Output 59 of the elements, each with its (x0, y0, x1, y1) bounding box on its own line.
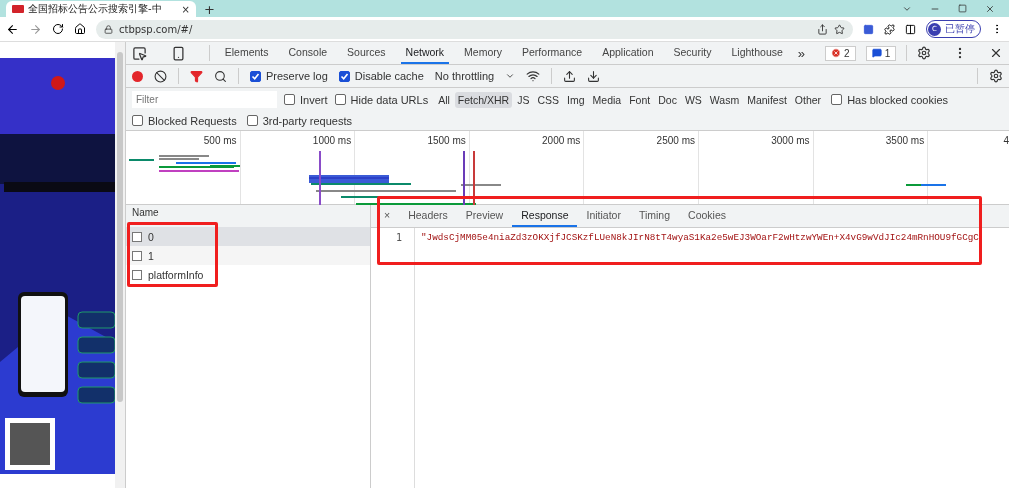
close-button[interactable]: × (375, 205, 400, 227)
panel-tab[interactable]: Application (597, 42, 659, 64)
browser-tab[interactable]: 全国招标公告公示搜索引擎-中 × (6, 1, 196, 17)
url-text: ctbpsp.com/#/ (119, 23, 193, 35)
type-filter-button[interactable]: Other (791, 91, 825, 108)
detail-tab[interactable]: Cookies (679, 205, 735, 227)
type-filter-button[interactable]: Media (589, 91, 625, 108)
errors-badge[interactable]: 2 (825, 45, 856, 61)
throttling-select[interactable]: No throttling (434, 70, 495, 82)
type-filter-button[interactable]: WS (681, 91, 705, 108)
type-filter-button[interactable]: Doc (655, 91, 680, 108)
address-bar[interactable]: ctbpsp.com/#/ (96, 19, 853, 39)
panel-tab[interactable]: Performance (517, 42, 588, 64)
detail-tab[interactable]: Initiator (577, 205, 630, 227)
type-filter-button[interactable]: Wasm (706, 91, 743, 108)
checkbox-option[interactable]: Blocked Requests (132, 114, 237, 127)
detail-tab[interactable]: Headers (399, 205, 457, 227)
tab-close-button[interactable]: × (181, 3, 190, 15)
panel-tab[interactable]: Memory (459, 42, 508, 64)
panel-tab[interactable]: Security (668, 42, 717, 64)
panel-tab[interactable]: Elements (219, 42, 274, 64)
time-tick: 3500 ms (885, 135, 925, 146)
time-tick: 2000 ms (542, 135, 581, 146)
time-tick: 3000 ms (771, 135, 810, 146)
time-tick: 1000 ms (312, 135, 352, 146)
request-row[interactable]: 1 (126, 246, 370, 265)
time-tick: 2500 ms (656, 135, 695, 146)
checkbox-option[interactable]: Has blocked cookies (831, 93, 948, 106)
checkbox-option[interactable]: 3rd-party requests (246, 114, 352, 127)
detail-tab[interactable]: Response (512, 205, 578, 227)
tab-title: 全国招标公告公示搜索引擎-中 (28, 2, 163, 16)
time-tick: 500 ms (203, 135, 237, 146)
panel-tab[interactable]: Network (400, 42, 450, 64)
panel-tab[interactable]: Console (283, 42, 333, 64)
type-filter-button[interactable]: CSS (534, 91, 563, 108)
checkbox-option[interactable]: Hide data URLs (334, 93, 429, 106)
type-filter-button[interactable]: Font (626, 91, 654, 108)
type-filter-button[interactable]: Img (564, 91, 588, 108)
panel-tab[interactable]: Sources (342, 42, 391, 64)
type-filter-button[interactable]: All (435, 91, 453, 108)
checkbox-option[interactable]: Disable cache (338, 70, 424, 82)
new-tab-button[interactable]: + (204, 2, 215, 17)
filter-field[interactable]: Filter (132, 91, 277, 108)
more-panels-button[interactable]: » (797, 45, 806, 61)
time-tick: 1500 ms (427, 135, 466, 146)
detail-tab[interactable]: Timing (629, 205, 680, 227)
type-filter-button[interactable]: JS (514, 91, 533, 108)
checkbox-option[interactable]: Invert (284, 93, 328, 106)
line-number: 1 (394, 232, 402, 243)
messages-badge[interactable]: 1 (865, 45, 897, 61)
request-row[interactable]: 0 (126, 227, 370, 246)
checkbox-option[interactable]: Preserve log (250, 70, 328, 82)
response-text: "JwdsCjMM05e4niaZd3zOKXjfJCSKzfLUeN8kJIrN8tT4wyaS1Ka2e5wEJ3WOarF2wHtzwYWEn+X4vG9wVdJIc24mRnHOU9fGCgC (421, 232, 980, 243)
detail-tab[interactable]: Preview (456, 205, 513, 227)
time-tick: 4 (1003, 135, 1009, 146)
type-filter-button[interactable]: Fetch/XHR (454, 91, 513, 108)
type-filter-button[interactable]: Manifest (744, 91, 790, 108)
panel-tab[interactable]: Lighthouse (726, 42, 788, 64)
column-header: Name (132, 207, 159, 218)
